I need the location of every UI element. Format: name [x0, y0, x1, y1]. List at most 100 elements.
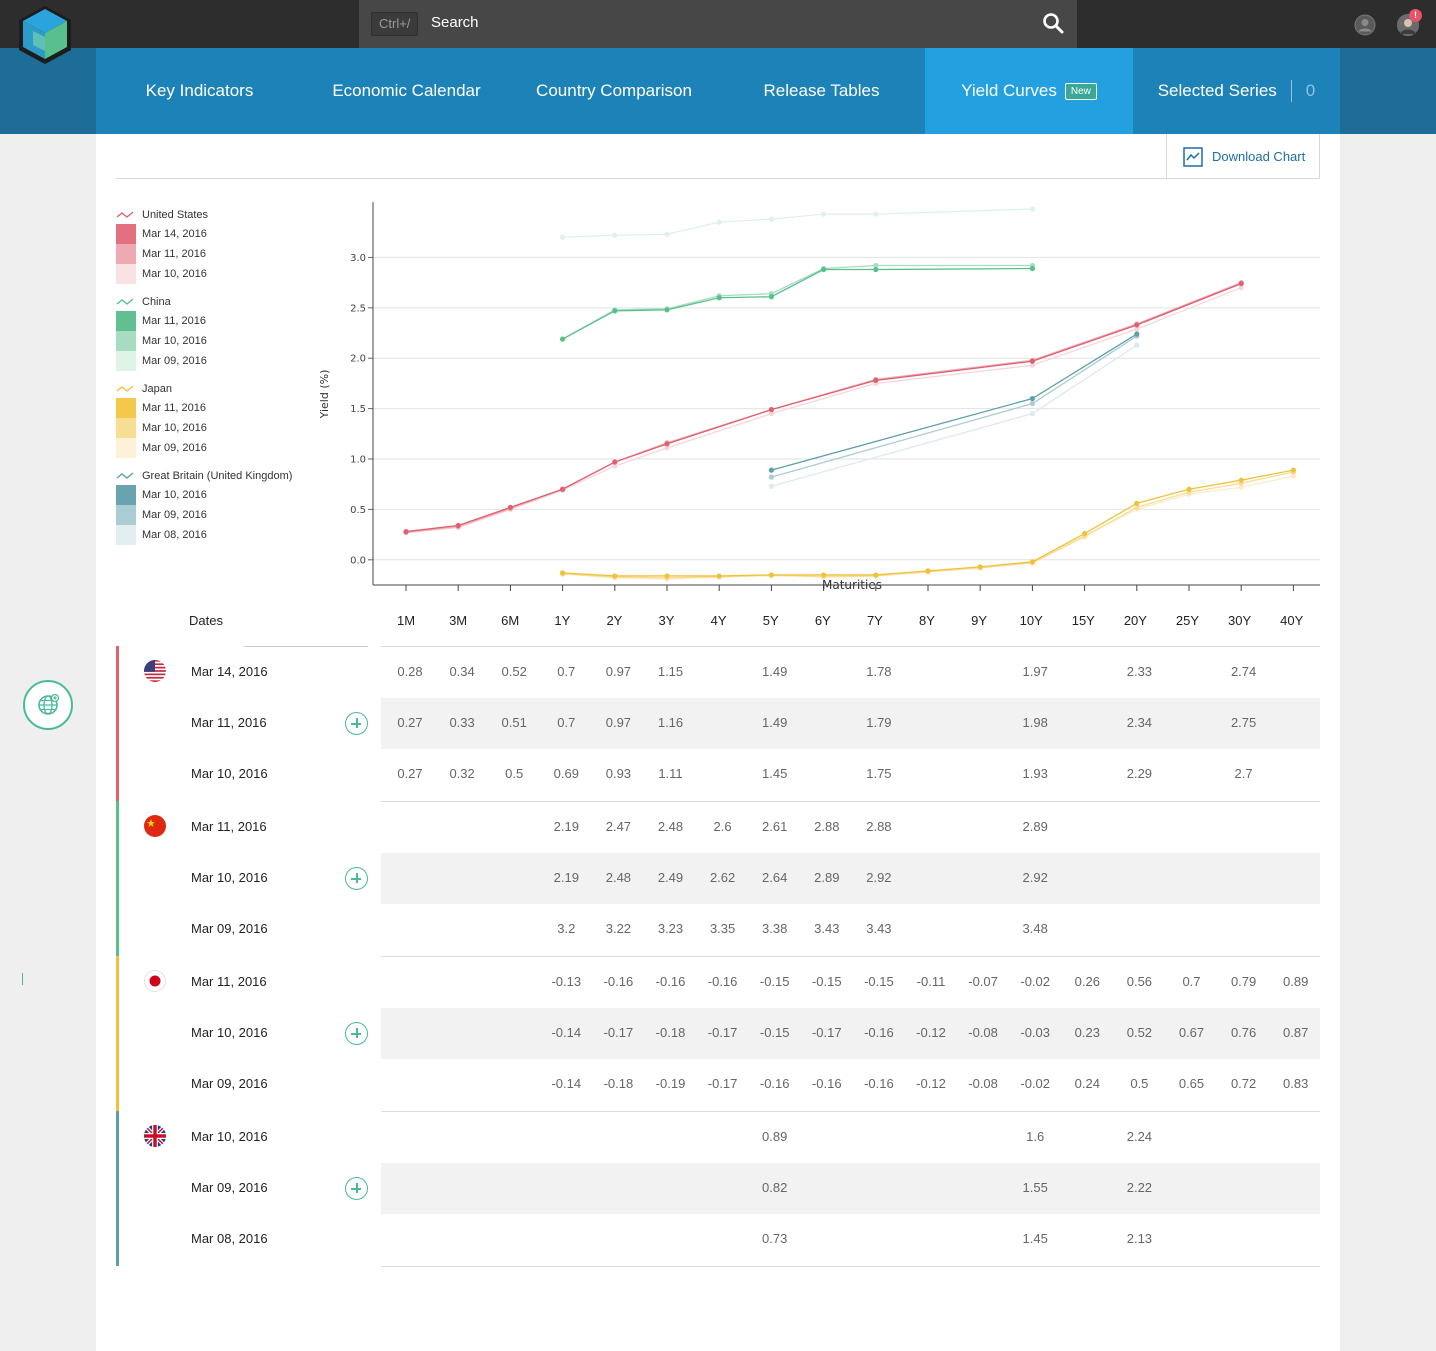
- nav-yield-curves[interactable]: Yield Curves New: [925, 48, 1133, 134]
- legend-date-item[interactable]: Mar 10, 2016: [116, 264, 326, 284]
- legend-date-label: Mar 11, 2016: [142, 402, 207, 414]
- app-logo-icon[interactable]: [16, 4, 74, 64]
- add-series-button[interactable]: [345, 712, 368, 735]
- legend-swatch: [116, 525, 136, 545]
- legend-date-item[interactable]: Mar 09, 2016: [116, 438, 326, 458]
- yield-value-cell: -0.15: [864, 974, 894, 989]
- yield-value-cell: 2.7: [1234, 766, 1253, 781]
- nav-key-indicators[interactable]: Key Indicators: [96, 48, 303, 134]
- yield-value-cell: 0.52: [1126, 1025, 1153, 1040]
- legend-date-item[interactable]: Mar 11, 2016: [116, 398, 326, 418]
- country-flag: [144, 1125, 166, 1147]
- nav-label: Release Tables: [763, 81, 880, 100]
- search-input[interactable]: Search: [431, 14, 479, 31]
- nav-economic-calendar[interactable]: Economic Calendar: [303, 48, 510, 134]
- download-chart-button[interactable]: Download Chart: [1166, 134, 1320, 179]
- search-icon[interactable]: [1041, 11, 1065, 35]
- legend-swatch: [116, 244, 136, 264]
- legend-date-item[interactable]: Mar 10, 2016: [116, 485, 326, 505]
- nav-release-tables[interactable]: Release Tables: [718, 48, 925, 134]
- data-point: [612, 232, 618, 238]
- yield-value-cell: -0.12: [916, 1025, 946, 1040]
- legend-country: United States: [116, 206, 326, 224]
- data-point: [1082, 530, 1088, 537]
- data-point: [1029, 411, 1035, 417]
- yield-value-cell: 1.97: [1022, 664, 1048, 679]
- maturity-header: 6M: [501, 613, 520, 628]
- yield-value-cell: -0.14: [551, 1025, 582, 1040]
- yield-value-cell: 0.33: [449, 715, 475, 730]
- legend-swatch: [116, 224, 136, 244]
- yield-value-cell: 3.23: [657, 921, 684, 936]
- y-tick-label: 1.0: [350, 455, 366, 466]
- row-date: Mar 11, 2016: [191, 974, 267, 989]
- maturity-header: 2Y: [606, 613, 623, 628]
- legend-date-item[interactable]: Mar 14, 2016: [116, 224, 326, 244]
- globe-plus-icon: [38, 693, 60, 715]
- series-line: [405, 282, 1242, 534]
- group-divider: [381, 1111, 1320, 1112]
- data-point: [612, 459, 618, 465]
- yield-value-cell: -0.15: [759, 1025, 790, 1040]
- legend-date-item[interactable]: Mar 10, 2016: [116, 331, 326, 351]
- nav-separator: [1290, 80, 1292, 102]
- series-line: [771, 335, 1138, 478]
- yield-value-cell: -0.18: [655, 1025, 686, 1040]
- yield-value-cell: 1.11: [658, 766, 683, 781]
- yield-value-cell: 2.89: [814, 870, 840, 885]
- yield-value-cell: 3.2: [557, 921, 576, 936]
- yield-value-cell: 2.92: [1022, 870, 1048, 885]
- yield-value-cell: -0.17: [707, 1076, 738, 1091]
- avatar[interactable]: !: [1397, 9, 1422, 36]
- chart-legend: United States Mar 14, 2016 Mar 11, 2016 Mar…: [116, 206, 326, 554]
- data-point: [1029, 206, 1035, 212]
- x-axis-label: Maturities: [822, 578, 882, 592]
- legend-date-label: Mar 09, 2016: [142, 509, 207, 521]
- series-line: [562, 208, 1033, 238]
- china-flag-icon: [144, 815, 166, 837]
- yield-value-cell: -0.17: [603, 1025, 634, 1040]
- legend-date-item[interactable]: Mar 10, 2016: [116, 418, 326, 438]
- add-series-button[interactable]: [345, 1177, 368, 1200]
- yield-value-cell: 2.89: [1022, 819, 1048, 834]
- data-point: [507, 504, 513, 510]
- add-country-globe-button[interactable]: [23, 680, 73, 730]
- search-box[interactable]: Ctrl+/ Search: [359, 0, 1077, 48]
- data-point: [1029, 358, 1035, 364]
- user-profile-icon[interactable]: [1354, 14, 1376, 36]
- yield-value-cell: 3.43: [866, 921, 892, 936]
- maturity-header: 8Y: [919, 613, 935, 628]
- yield-value-cell: 1.93: [1022, 766, 1048, 781]
- yield-value-cell: 0.87: [1283, 1025, 1309, 1040]
- group-color-bar: [116, 1111, 119, 1266]
- legend-date-item[interactable]: Mar 11, 2016: [116, 311, 326, 331]
- data-point: [716, 573, 722, 579]
- yield-value-cell: 2.62: [709, 870, 736, 885]
- yield-value-cell: 0.27: [397, 715, 423, 730]
- maturity-header: 5Y: [762, 613, 779, 628]
- nav-country-comparison[interactable]: Country Comparison: [510, 48, 718, 134]
- nav-selected-series[interactable]: Selected Series 0: [1133, 48, 1340, 134]
- yield-value-cell: 2.88: [866, 819, 892, 834]
- y-axis-label: Yield (%): [318, 370, 331, 420]
- legend-country: Great Britain (United Kingdom): [116, 467, 326, 485]
- legend-group: Japan Mar 11, 2016 Mar 10, 2016 Mar 09, 201…: [116, 380, 326, 458]
- yield-value-cell: -0.08: [968, 1025, 998, 1040]
- add-series-button[interactable]: [345, 1022, 368, 1045]
- legend-date-item[interactable]: Mar 09, 2016: [116, 505, 326, 525]
- yield-value-cell: 2.47: [605, 819, 632, 834]
- add-series-button[interactable]: [345, 867, 368, 890]
- maturity-header: 20Y: [1123, 613, 1147, 628]
- yield-value-cell: 0.97: [605, 664, 632, 679]
- legend-date-item[interactable]: Mar 11, 2016: [116, 244, 326, 264]
- legend-date-item[interactable]: Mar 08, 2016: [116, 525, 326, 545]
- legend-date-item[interactable]: Mar 09, 2016: [116, 351, 326, 371]
- yield-value-cell: 0.23: [1074, 1025, 1100, 1040]
- series-line: [405, 287, 1242, 534]
- yield-value-cell: 2.48: [657, 819, 684, 834]
- data-point: [873, 377, 879, 383]
- yield-value-cell: 0.27: [397, 766, 423, 781]
- nav-label: Key Indicators: [145, 81, 254, 100]
- yield-value-cell: 2.74: [1230, 664, 1257, 679]
- yield-value-cell: 0.51: [501, 715, 527, 730]
